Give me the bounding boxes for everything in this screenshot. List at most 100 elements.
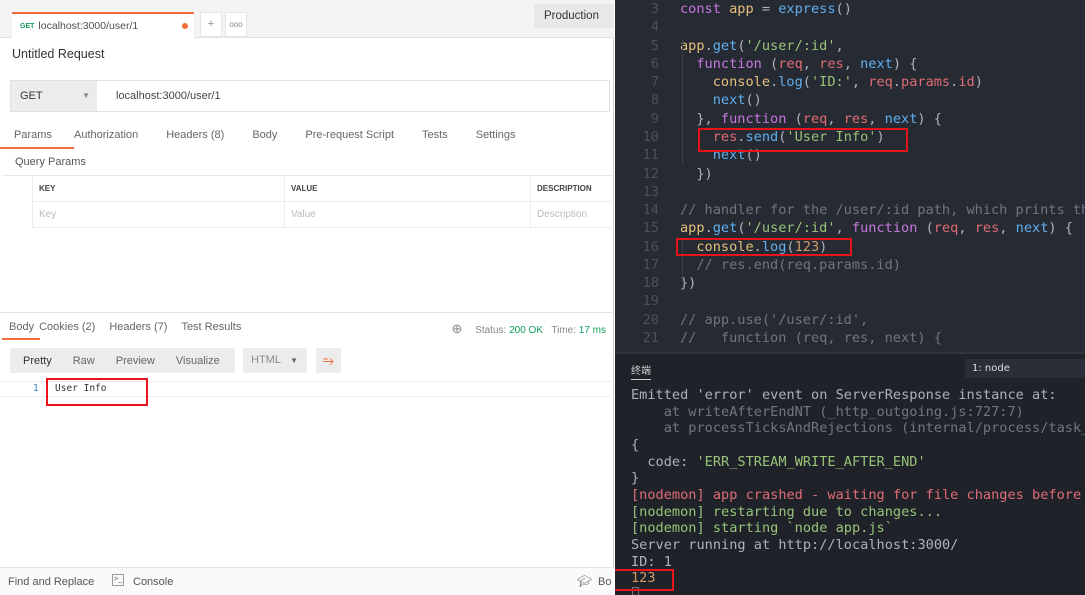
code-token: . (770, 74, 779, 91)
code-line: }) (680, 165, 713, 182)
line-number: 20 (642, 311, 659, 328)
language-label: HTML (251, 354, 281, 366)
new-tab-button[interactable]: + (200, 12, 222, 37)
code-line: const app = express() (680, 1, 852, 17)
code-line: // handler for the /user/:id path, which… (680, 202, 1085, 218)
response-tab-headers[interactable]: Headers (7) (109, 321, 167, 340)
find-and-replace-button[interactable]: Find and Replace (8, 576, 94, 588)
code-token: send (745, 128, 779, 145)
tab-label: Params (14, 129, 52, 141)
code-token: }) (680, 165, 713, 182)
status-label: Status: (475, 325, 507, 336)
tab-settings[interactable]: Settings (476, 129, 516, 149)
wrap-lines-icon[interactable]: ⥱ (316, 348, 341, 373)
bootcamp-button[interactable]: Bo (598, 576, 611, 588)
indent-guide (682, 40, 683, 165)
chevron-down-icon: ▼ (82, 91, 90, 100)
format-toggle: Pretty Raw Preview Visualize (10, 348, 235, 373)
response-tab-body[interactable]: Body (2, 321, 40, 340)
line-number: 10 (642, 128, 659, 145)
code-token: , (843, 55, 861, 72)
code-line: console.log('ID:', req.params.id) (680, 74, 983, 90)
format-raw[interactable]: Raw (73, 355, 95, 367)
tab-tests[interactable]: Tests (422, 129, 448, 149)
line-number: 1 (33, 383, 39, 394)
code-token: req (778, 55, 803, 72)
headers-count: (8) (210, 129, 225, 141)
code-token: // function (req, res, next) { (680, 330, 942, 347)
line-number: 18 (642, 275, 659, 292)
code-token: next (680, 92, 746, 109)
code-token: }, (680, 110, 721, 127)
tab-pre-request-script[interactable]: Pre-request Script (305, 129, 394, 149)
line-number: 5 (650, 37, 659, 54)
column-header-description: DESCRIPTION (530, 176, 614, 202)
description-input[interactable]: Description (530, 202, 614, 228)
code-token: 'User Info' (786, 128, 877, 145)
key-input[interactable]: Key (32, 202, 284, 228)
globe-icon[interactable]: ⊕ (451, 321, 462, 336)
tab-headers[interactable]: Headers (8) (166, 129, 224, 149)
value-input[interactable]: Value (284, 202, 530, 228)
code-token: console (680, 74, 771, 91)
more-tabs-button[interactable]: ooo (225, 12, 247, 37)
code-editor[interactable]: 3 4 5 6 7 8 9 10 11 12 13 14 15 16 17 18 19 20 21 const ap… (615, 0, 1085, 352)
status-footer: Find and Replace >_ Console 🎓︎ Bo (0, 567, 614, 595)
code-token: . (753, 238, 762, 255)
tab-label: Cookies (39, 321, 79, 333)
code-token: () (745, 92, 762, 109)
url-input[interactable]: localhost:3000/user/1 (116, 81, 221, 111)
environment-select[interactable]: Production (534, 4, 614, 28)
terminal-tab[interactable]: 终端 (631, 362, 651, 380)
terminal-line: [nodemon] restarting due to changes... (631, 504, 942, 520)
code-token: console (680, 238, 754, 255)
response-tab-test-results[interactable]: Test Results (181, 321, 241, 340)
request-tab[interactable]: GET localhost:3000/user/1 (12, 12, 194, 38)
terminal-line: at writeAfterEndNT (_http_outgoing.js:72… (631, 404, 1024, 420)
terminal-selector[interactable]: 1: node (965, 359, 1085, 378)
code-token: app (680, 220, 705, 237)
code-token: [nodemon] starting `node app.js` (631, 520, 893, 537)
code-token: // app.use('/user/:id', (680, 311, 869, 328)
code-token: ) { (1048, 220, 1073, 237)
code-line: app.get('/user/:id', function (req, res,… (680, 220, 1073, 236)
tab-label: Body (9, 321, 35, 333)
response-tab-cookies[interactable]: Cookies (2) (39, 321, 95, 340)
line-number: 3 (650, 1, 659, 17)
terminal-panel[interactable]: 终端 1: node Emitted 'error' event on Serv… (615, 352, 1085, 595)
code-token: id (958, 74, 975, 91)
tab-body[interactable]: Body (252, 129, 277, 149)
unsaved-dot-icon (182, 23, 188, 29)
column-header-value: VALUE (284, 176, 530, 202)
headers-count: (7) (153, 321, 168, 333)
format-visualize[interactable]: Visualize (176, 355, 220, 367)
line-number: 16 (642, 238, 659, 255)
code-token: . (704, 37, 713, 54)
tab-url: localhost:3000/user/1 (38, 20, 139, 32)
method-select[interactable]: GET ▼ (11, 81, 97, 111)
code-token: = (761, 1, 779, 17)
line-number: 8 (650, 92, 659, 109)
code-token: Server running at http://localhost:3000/ (631, 536, 959, 553)
status-value: 200 OK (509, 325, 543, 336)
code-token: ( (794, 110, 803, 127)
code-line: app.get('/user/:id', (680, 38, 844, 54)
code-token: , (835, 37, 844, 54)
code-token: req (933, 220, 959, 237)
code-token: const (680, 1, 730, 17)
code-token: function (720, 110, 795, 127)
language-select[interactable]: HTML ▼ (243, 348, 307, 373)
format-pretty[interactable]: Pretty (23, 355, 52, 367)
code-token: , (851, 74, 869, 91)
format-preview[interactable]: Preview (116, 355, 155, 367)
tab-params[interactable]: Params (0, 129, 74, 149)
tab-authorization[interactable]: Authorization (74, 129, 138, 149)
code-token: ( (737, 220, 746, 237)
terminal-line: code: 'ERR_STREAM_WRITE_AFTER_END' (631, 454, 925, 470)
console-button[interactable]: Console (133, 576, 173, 588)
code-token: app (729, 1, 762, 17)
line-number: 15 (642, 220, 659, 237)
code-token: // handler for the /user/:id path, which… (680, 202, 1085, 219)
console-icon: >_ (112, 574, 124, 586)
line-number: 9 (650, 110, 659, 127)
